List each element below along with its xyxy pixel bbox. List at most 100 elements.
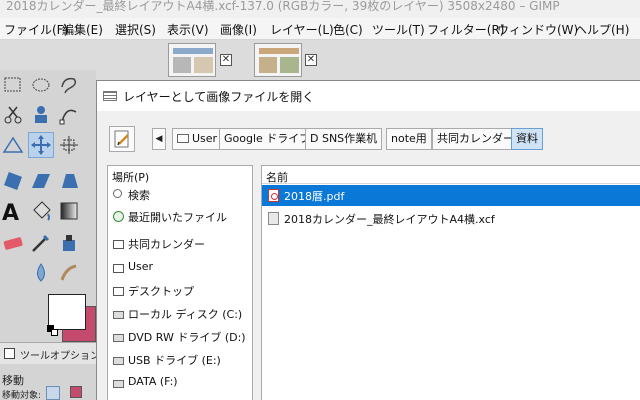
- paths-icon[interactable]: [56, 102, 82, 128]
- menu-help[interactable]: ヘルプ(H): [575, 21, 629, 38]
- path-back-button[interactable]: ◀: [152, 128, 166, 150]
- menu-windows[interactable]: ウィンドウ(W): [497, 21, 578, 38]
- menu-layer[interactable]: レイヤー(L): [270, 21, 334, 38]
- dvd-icon: [113, 334, 124, 342]
- place-usb[interactable]: USB ドライブ (E:): [108, 350, 254, 370]
- place-search[interactable]: 検索: [108, 185, 254, 205]
- menu-color[interactable]: 色(C): [333, 21, 363, 38]
- rect-select-icon[interactable]: [0, 72, 26, 98]
- close-tab-icon[interactable]: ✕: [305, 54, 317, 66]
- folder-icon: [177, 134, 189, 143]
- place-recent[interactable]: 最近開いたファイル: [108, 207, 254, 227]
- crumb-note[interactable]: note用: [386, 128, 432, 150]
- place-label: DVD RW ドライブ (D:): [128, 331, 246, 344]
- file-row[interactable]: 2018カレンダー_最終レイアウトA4横.xcf: [262, 208, 640, 229]
- place-label: User: [128, 260, 154, 273]
- drive-icon: [113, 380, 124, 388]
- align-icon[interactable]: [0, 132, 26, 158]
- ink-icon[interactable]: [56, 230, 82, 256]
- blur-icon[interactable]: [28, 260, 54, 286]
- crumb-materials[interactable]: 資料: [511, 128, 543, 150]
- xcf-icon: [268, 212, 279, 225]
- crumb-label: User: [192, 132, 218, 145]
- foreground-select-icon[interactable]: [28, 102, 54, 128]
- crumb-sns[interactable]: D SNS作業机: [305, 128, 383, 150]
- pdf-icon: [268, 189, 279, 202]
- scissors-icon[interactable]: [0, 102, 26, 128]
- lasso-icon[interactable]: [56, 72, 82, 98]
- layer-mode-button[interactable]: [46, 386, 60, 400]
- crumb-user[interactable]: User: [172, 128, 223, 150]
- window-title: 2018カレンダー_最終レイアウトA4横.xcf-137.0 (RGBカラー, …: [6, 0, 560, 13]
- place-label: 検索: [128, 189, 150, 202]
- place-desktop[interactable]: デスクトップ: [108, 281, 254, 301]
- place-label: ローカル ディスク (C:): [128, 308, 243, 321]
- file-row[interactable]: 2018暦.pdf: [262, 185, 640, 206]
- place-label: 最近開いたファイル: [128, 211, 227, 224]
- places-panel: 場所(P) 検索 最近開いたファイル 共同カレンダー User デスクトップ ロ…: [107, 165, 253, 400]
- dialog-title: レイヤーとして画像ファイルを開く: [123, 90, 315, 104]
- crumb-label: note用: [391, 132, 427, 145]
- crumb-label: 共同カレンダー: [437, 132, 514, 145]
- menu-filters[interactable]: フィルター(R): [427, 21, 504, 38]
- place-label: DATA (F:): [128, 375, 178, 388]
- tool-options-tab[interactable]: ツールオプション: [0, 342, 100, 364]
- menu-select[interactable]: 選択(S): [115, 21, 156, 38]
- menu-image[interactable]: 画像(I): [220, 21, 257, 38]
- place-shared-calendar[interactable]: 共同カレンダー: [108, 234, 254, 254]
- menu-file[interactable]: ファイル(F): [4, 21, 68, 38]
- move-options-row: 移動対象:: [0, 386, 96, 400]
- selection-mode-button[interactable]: [70, 386, 82, 398]
- default-colors-icon[interactable]: [51, 329, 58, 336]
- menu-tools[interactable]: ツール(T): [372, 21, 425, 38]
- place-label: USB ドライブ (E:): [128, 354, 221, 367]
- dialog-title-bar: レイヤーとして画像ファイルを開く: [97, 81, 640, 111]
- eraser-icon[interactable]: [0, 230, 26, 256]
- tool-options-label: ツールオプション: [20, 351, 100, 362]
- place-label: デスクトップ: [128, 285, 194, 298]
- scale-icon[interactable]: [28, 168, 54, 194]
- drive-icon: [113, 311, 124, 319]
- airbrush-icon[interactable]: [28, 230, 54, 256]
- smudge-icon[interactable]: [56, 260, 82, 286]
- svg-text:A: A: [2, 201, 19, 224]
- menubar: ファイル(F) 編集(E) 選択(S) 表示(V) 画像(I) レイヤー(L) …: [0, 18, 640, 40]
- path-bar: ◀ User Google ドライブ D SNS作業机 note用 共同カレンダ…: [97, 111, 640, 161]
- place-user[interactable]: User: [108, 258, 254, 278]
- close-tab-icon[interactable]: ✕: [220, 54, 232, 66]
- toolbox: A ツールオプション 移動 移動対象:: [0, 70, 100, 400]
- image-tabs: ✕ ✕: [0, 40, 640, 80]
- pencil-icon: [114, 130, 129, 148]
- file-list: 名前 2018暦.pdf 2018カレンダー_最終レイアウトA4横.xcf: [261, 165, 640, 400]
- file-name: 2018カレンダー_最終レイアウトA4横.xcf: [284, 213, 495, 226]
- crumb-label: 資料: [516, 132, 538, 145]
- folder-icon: [113, 240, 124, 249]
- bucket-fill-icon[interactable]: [28, 198, 54, 224]
- type-location-button[interactable]: [109, 126, 135, 152]
- gimp-window: 2018カレンダー_最終レイアウトA4横.xcf-137.0 (RGBカラー, …: [0, 0, 640, 400]
- place-local-disk[interactable]: ローカル ディスク (C:): [108, 304, 254, 324]
- title-bar: 2018カレンダー_最終レイアウトA4横.xcf-137.0 (RGBカラー, …: [0, 0, 640, 18]
- text-tool-icon[interactable]: A: [0, 198, 26, 226]
- tool-options-icon: [4, 348, 15, 359]
- gradient-icon[interactable]: [56, 198, 82, 224]
- crumb-label: Google ドライブ: [224, 132, 311, 145]
- dialog-icon: [103, 91, 117, 101]
- folder-icon: [113, 264, 124, 273]
- image-tab-thumbnail[interactable]: [254, 43, 302, 77]
- ellipse-select-icon[interactable]: [28, 72, 54, 98]
- place-data[interactable]: DATA (F:): [108, 373, 254, 393]
- places-header: 場所(P): [112, 171, 150, 184]
- move-tool-icon[interactable]: [28, 132, 54, 158]
- drive-icon: [113, 357, 124, 365]
- image-tab-thumbnail[interactable]: [168, 43, 216, 77]
- place-dvd[interactable]: DVD RW ドライブ (D:): [108, 327, 254, 347]
- search-icon: [113, 189, 122, 198]
- menu-edit[interactable]: 編集(E): [62, 21, 103, 38]
- perspective-icon[interactable]: [56, 168, 82, 194]
- menu-view[interactable]: 表示(V): [167, 21, 209, 38]
- rotate-icon[interactable]: [0, 168, 26, 194]
- crumb-google-drive[interactable]: Google ドライブ: [219, 128, 316, 150]
- crumb-calendar[interactable]: 共同カレンダー: [432, 128, 519, 150]
- crop-icon[interactable]: [56, 132, 82, 158]
